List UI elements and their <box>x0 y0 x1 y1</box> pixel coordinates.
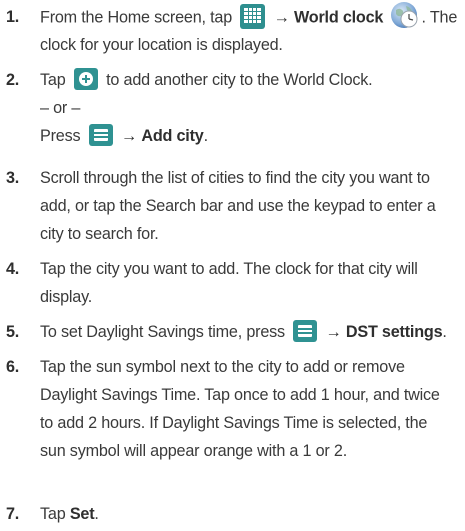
step-text-part: . The <box>421 8 458 27</box>
or-separator: – or – <box>40 99 81 117</box>
menu-key-icon <box>293 319 318 342</box>
world-clock-label: World clock <box>293 8 384 27</box>
step-text: Scroll through the list of cities to fin… <box>40 164 463 248</box>
step-text-line: clock for your location is displayed. <box>40 36 283 54</box>
world-clock-globe-icon <box>390 0 420 30</box>
arrow: → <box>325 323 342 341</box>
menu-key-icon <box>88 123 113 146</box>
dst-settings-label: DST settings <box>345 323 443 341</box>
step-text-part: To set Daylight Savings time, press <box>40 323 285 341</box>
step-text-line: add, or tap the Search bar and use the k… <box>40 197 436 215</box>
step-text: Tap to add another city to the World Clo… <box>40 66 463 150</box>
step-text-part: Tap <box>40 505 66 523</box>
step-number: 5. <box>6 323 20 341</box>
step-text-part: Tap <box>40 71 66 89</box>
apps-grid-icon <box>240 3 266 29</box>
period: . <box>442 323 447 341</box>
step-text: Tap the city you want to add. The clock … <box>40 255 463 311</box>
step-text: From the Home screen, tap → World clock <box>40 0 463 59</box>
step-text-line: display. <box>40 288 93 306</box>
step-text-line: city to search for. <box>40 225 159 243</box>
step-text-line: sun symbol will appear orange with a 1 o… <box>40 442 348 460</box>
step-number: 2. <box>6 71 20 89</box>
step-number: 6. <box>6 358 20 376</box>
step-text-part: Press <box>40 127 81 145</box>
period: . <box>94 505 99 523</box>
instruction-list: 1. From the Home screen, tap → World clo… <box>0 0 465 531</box>
step-text: To set Daylight Savings time, press → DS… <box>40 318 463 346</box>
add-city-label: Add city <box>141 127 204 145</box>
step-text-part: to add another city to the World Clock. <box>106 71 373 89</box>
step-text-part: From the Home screen, tap <box>40 8 233 27</box>
period: . <box>203 127 209 145</box>
arrow: → <box>273 8 290 27</box>
arrow: → <box>121 127 138 145</box>
set-label: Set <box>69 505 95 523</box>
step-text-line: Scroll through the list of cities to fin… <box>40 169 430 187</box>
step-text-line: to add 2 hours. If Daylight Savings Time… <box>40 414 428 432</box>
step-text-line: Tap the city you want to add. The clock … <box>40 260 418 278</box>
step-text: Tap Set. <box>40 500 463 528</box>
step-text-line: Daylight Savings Time. Tap once to add 1… <box>40 386 440 404</box>
step-number: 1. <box>6 8 20 26</box>
step-number: 4. <box>6 260 20 278</box>
step-text: Tap the sun symbol next to the city to a… <box>40 353 463 465</box>
step-number: 7. <box>6 505 20 523</box>
step-number: 3. <box>6 169 20 187</box>
step-text-line: Tap the sun symbol next to the city to a… <box>40 358 405 376</box>
add-plus-icon <box>73 67 98 90</box>
